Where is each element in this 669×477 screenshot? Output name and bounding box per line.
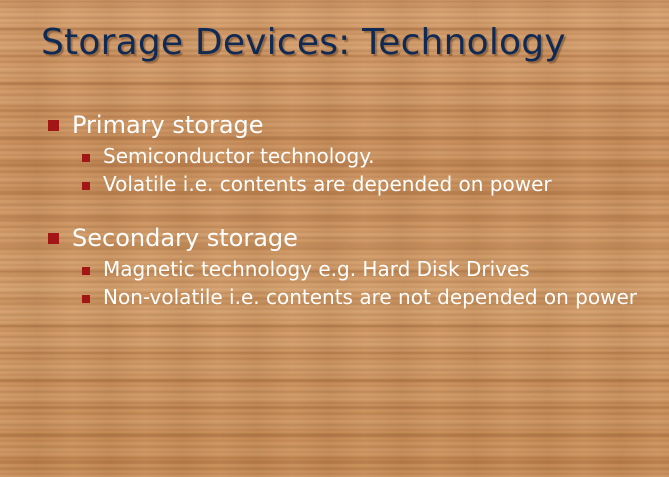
sub-bullet-item: Non-volatile i.e. contents are not depen… (48, 286, 663, 309)
square-bullet-icon (48, 120, 59, 131)
sub-bullet-text: Semiconductor technology. (103, 144, 375, 168)
square-bullet-icon (82, 267, 90, 275)
sub-bullet-text: Non-volatile i.e. contents are not depen… (103, 285, 637, 309)
sub-bullet-item: Semiconductor technology. (48, 145, 663, 168)
bullet-list: Primary storage Semiconductor technology… (48, 110, 663, 309)
bullet-item-secondary-storage: Secondary storage (48, 223, 663, 253)
bullet-text: Primary storage (72, 111, 264, 139)
sub-bullet-text: Volatile i.e. contents are depended on p… (103, 172, 552, 196)
sub-bullet-text: Magnetic technology e.g. Hard Disk Drive… (103, 257, 530, 281)
square-bullet-icon (82, 295, 90, 303)
square-bullet-icon (82, 154, 90, 162)
sub-bullet-item: Magnetic technology e.g. Hard Disk Drive… (48, 258, 663, 281)
bullet-text: Secondary storage (72, 224, 298, 252)
slide-title: Storage Devices: Technology (41, 22, 566, 63)
square-bullet-icon (82, 182, 90, 190)
sub-bullet-item: Volatile i.e. contents are depended on p… (48, 173, 663, 196)
slide: Storage Devices: Technology Primary stor… (0, 0, 669, 477)
bullet-item-primary-storage: Primary storage (48, 110, 663, 140)
square-bullet-icon (48, 233, 59, 244)
